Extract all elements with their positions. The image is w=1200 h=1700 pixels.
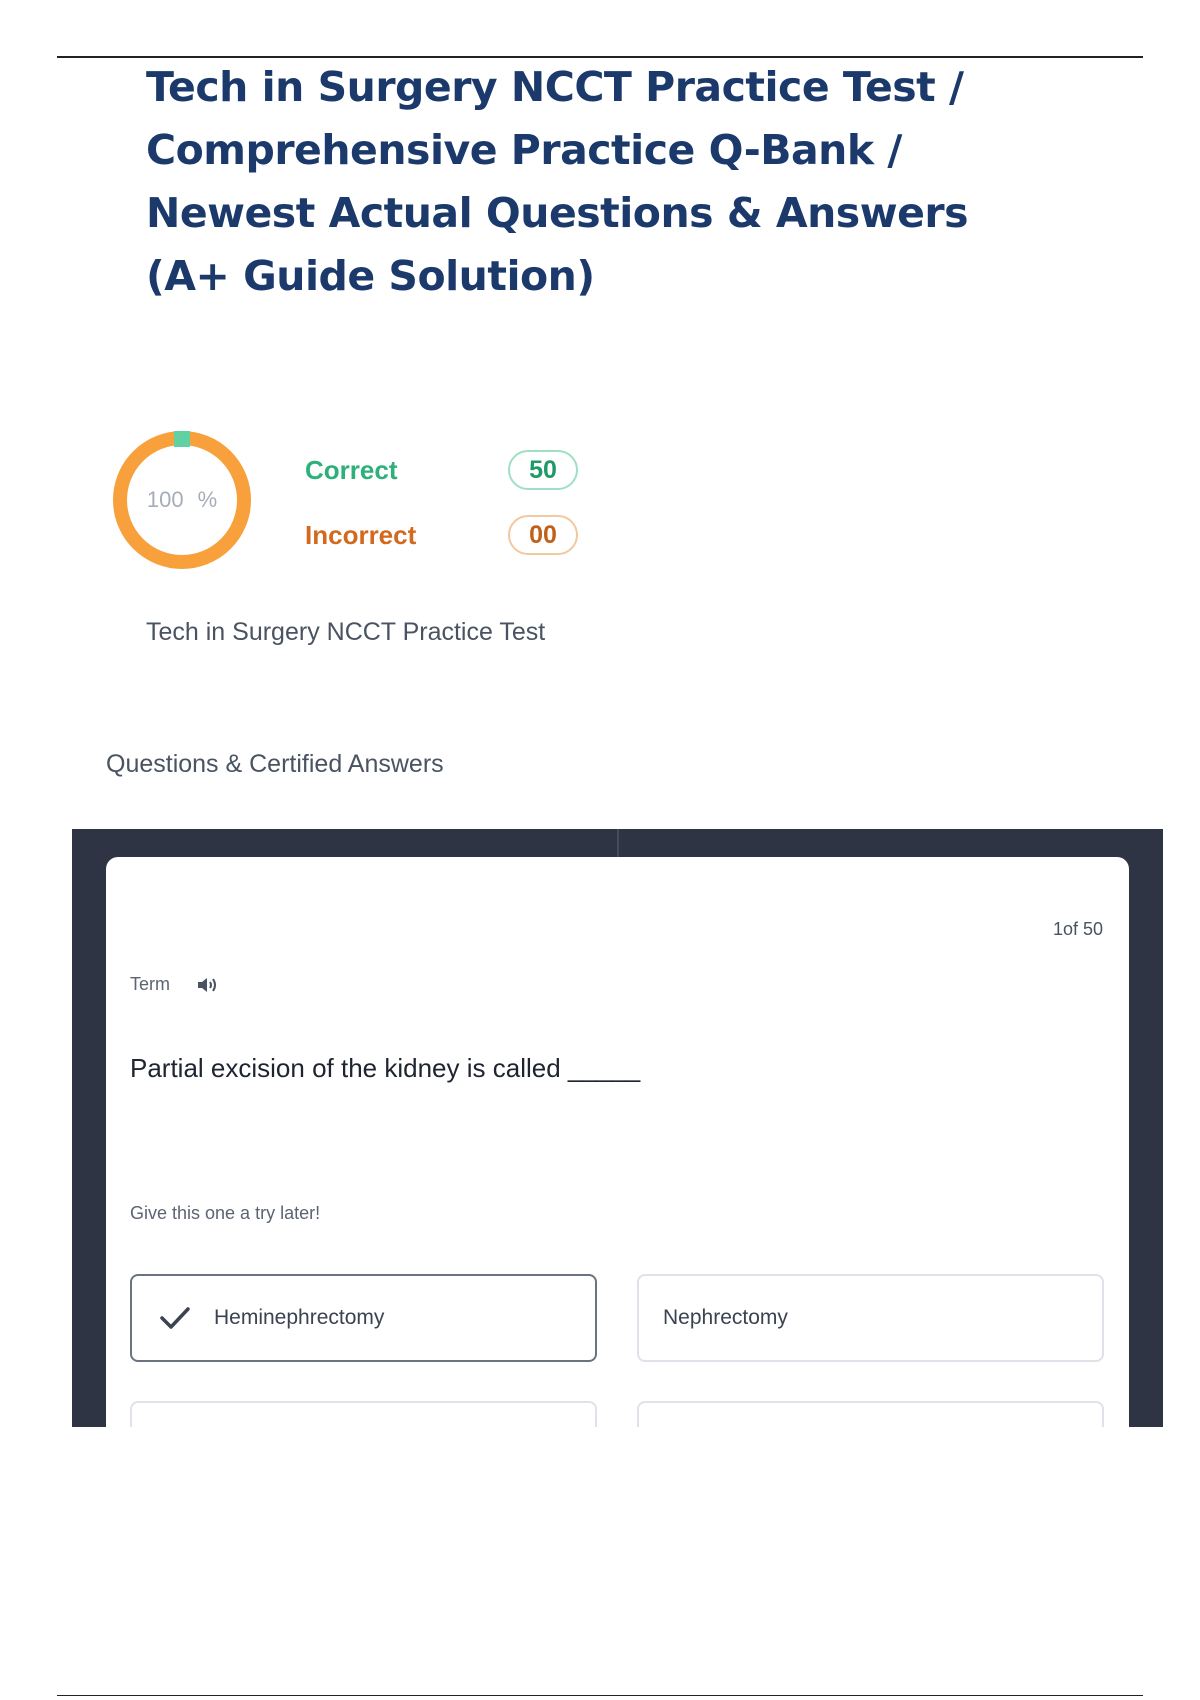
answer-option-4[interactable]	[637, 1401, 1104, 1427]
answer-option-label: Nephrectomy	[663, 1306, 788, 1329]
incorrect-count-badge: 00	[508, 515, 578, 555]
section-heading: Questions & Certified Answers	[106, 750, 444, 778]
frame-divider	[617, 829, 619, 857]
incorrect-row: Incorrect 00	[305, 513, 578, 557]
percent-value: 100	[146, 487, 184, 512]
term-label: Term	[130, 974, 170, 994]
percent-sign: %	[197, 487, 218, 512]
question-counter: 1of 50	[1052, 919, 1103, 939]
correct-count-badge: 50	[508, 450, 578, 490]
question-card: 1of 50 Term Partial excision of the kidn…	[106, 857, 1129, 1427]
correct-label: Correct	[305, 454, 398, 485]
answer-option-1[interactable]: Heminephrectomy	[130, 1274, 597, 1362]
score-percentage: 100 %	[112, 430, 252, 570]
bottom-rule	[57, 1695, 1143, 1696]
speaker-icon[interactable]	[196, 975, 218, 995]
answer-option-label: Heminephrectomy	[214, 1306, 385, 1329]
answer-option-2[interactable]: Nephrectomy	[637, 1274, 1104, 1362]
check-icon	[160, 1307, 190, 1329]
try-later-hint[interactable]: Give this one a try later!	[130, 1203, 320, 1224]
test-subtitle: Tech in Surgery NCCT Practice Test	[146, 618, 546, 646]
term-header: Term	[130, 974, 218, 995]
question-text: Partial excision of the kidney is called…	[130, 1053, 641, 1083]
incorrect-label: Incorrect	[305, 519, 417, 550]
correct-row: Correct 50	[305, 448, 578, 492]
document-title: Tech in Surgery NCCT Practice Test / Com…	[146, 63, 969, 300]
flashcard-screenshot: 1of 50 Term Partial excision of the kidn…	[72, 829, 1163, 1427]
answer-option-3[interactable]	[130, 1401, 597, 1427]
